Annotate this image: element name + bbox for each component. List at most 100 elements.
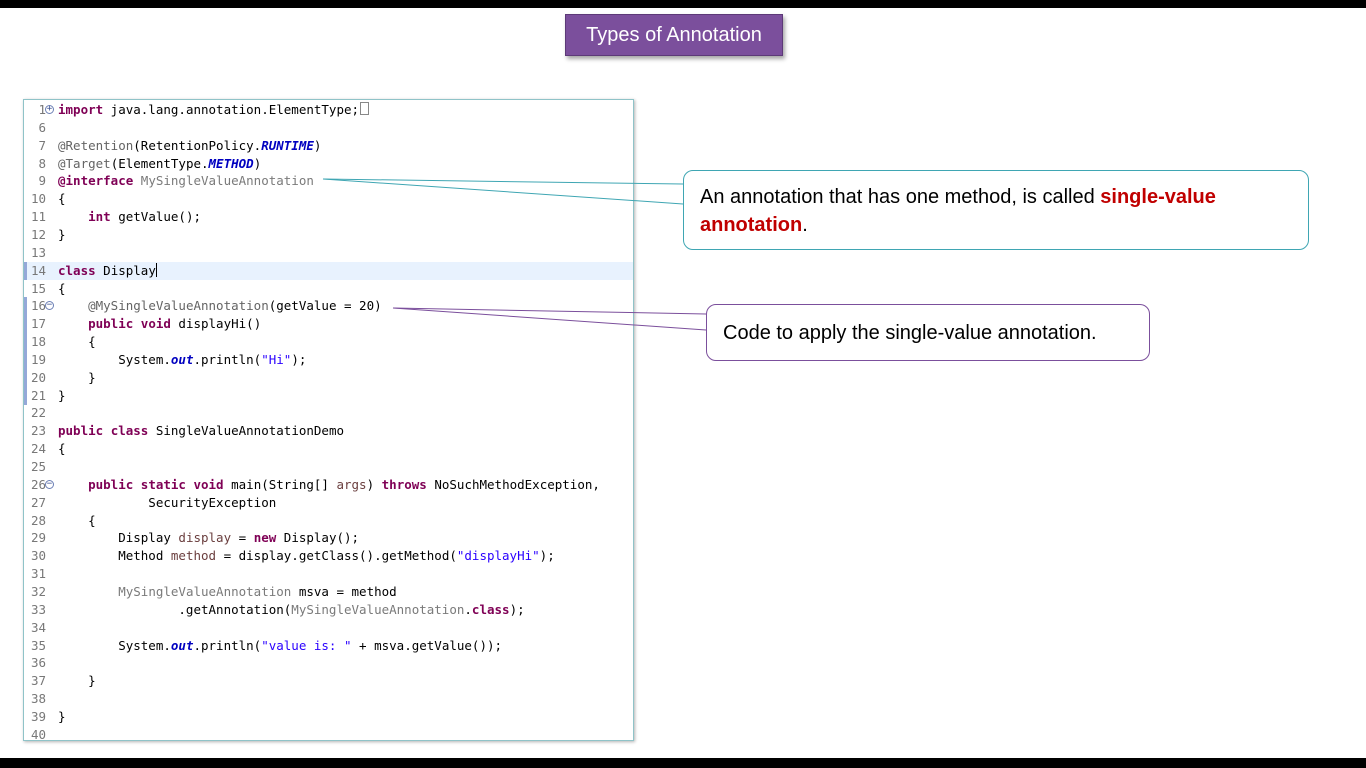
- callout1-text: An annotation that has one method, is ca…: [700, 186, 1101, 208]
- code-token: ): [253, 155, 262, 171]
- code-text: }: [58, 369, 96, 387]
- code-line[interactable]: 36: [24, 654, 633, 672]
- code-token: = display.getClass().getMethod(: [216, 548, 457, 564]
- code-token: + msva.getValue());: [351, 637, 503, 653]
- line-number: 15: [30, 280, 46, 296]
- code-token: @interface: [58, 173, 134, 189]
- code-line[interactable]: 37 }: [24, 672, 633, 690]
- line-number: 24: [30, 441, 46, 457]
- line-number: 22: [30, 405, 46, 421]
- code-line[interactable]: 29 Display display = new Display();: [24, 529, 633, 547]
- line-number: 8: [38, 155, 46, 171]
- code-line[interactable]: 35 System.out.println("value is: " + msv…: [24, 637, 633, 655]
- code-token: SecurityException: [58, 494, 277, 510]
- line-number: 28: [30, 512, 46, 528]
- code-line[interactable]: 9 @interface MySingleValueAnnotation: [24, 172, 633, 190]
- code-line[interactable]: 22: [24, 404, 633, 422]
- code-token: out: [170, 637, 194, 653]
- code-line[interactable]: 13: [24, 244, 633, 262]
- code-text: public static void main(String[] args) t…: [58, 476, 600, 494]
- code-line[interactable]: 34: [24, 619, 633, 637]
- code-token: static: [140, 476, 186, 492]
- code-line[interactable]: 33 .getAnnotation(MySingleValueAnnotatio…: [24, 601, 633, 619]
- line-number: 9: [38, 173, 46, 189]
- code-token: Display();: [276, 530, 360, 546]
- line-number: 7: [38, 137, 46, 153]
- code-line[interactable]: 11 int getValue();: [24, 208, 633, 226]
- collapse-fold-icon[interactable]: −: [45, 301, 54, 311]
- line-number: 14: [30, 262, 46, 278]
- code-token: main(String[]: [223, 476, 337, 492]
- slide: Types of Annotation 1 + import java.lang.a…: [0, 8, 1366, 758]
- code-line[interactable]: 32 MySingleValueAnnotation msva = method: [24, 583, 633, 601]
- code-line[interactable]: 14 class Display: [24, 261, 633, 280]
- collapse-fold-icon[interactable]: −: [45, 479, 54, 489]
- line-number: 30: [30, 548, 46, 564]
- code-line[interactable]: 40: [24, 726, 633, 740]
- code-line[interactable]: 26− public static void main(String[] arg…: [24, 476, 633, 494]
- code-line[interactable]: 27 SecurityException: [24, 494, 633, 512]
- line-number: 38: [30, 691, 46, 707]
- code-text: SecurityException: [58, 494, 276, 512]
- code-token: int: [88, 209, 111, 225]
- code-token: class: [471, 601, 510, 617]
- code-token: {: [58, 334, 96, 350]
- code-line[interactable]: 21}: [24, 386, 633, 405]
- code-line[interactable]: 15 {: [24, 280, 633, 298]
- code-token: .getAnnotation(: [58, 601, 292, 617]
- code-token: MySingleValueAnnotation: [140, 173, 314, 189]
- line-number: 12: [30, 226, 46, 242]
- code-line[interactable]: 39}: [24, 708, 633, 726]
- code-token: void: [193, 476, 224, 492]
- line-number: 39: [30, 708, 46, 724]
- code-line[interactable]: 31: [24, 565, 633, 583]
- expand-fold-icon[interactable]: +: [45, 105, 54, 114]
- code-token: public: [88, 476, 134, 492]
- callout2-text: Code to apply the single-value annotatio…: [723, 322, 1097, 344]
- line-number: 19: [30, 351, 46, 367]
- code-line[interactable]: 38: [24, 690, 633, 708]
- code-line[interactable]: 24 {: [24, 440, 633, 458]
- code-text: }: [58, 226, 66, 244]
- line-number: 29: [30, 530, 46, 546]
- code-token: }: [58, 226, 66, 242]
- code-line[interactable]: 16− @MySingleValueAnnotation(getValue = …: [24, 297, 633, 316]
- code-line[interactable]: 23 public class SingleValueAnnotationDemo: [24, 422, 633, 440]
- code-line[interactable]: 20 }: [24, 368, 633, 387]
- code-text: import java.lang.annotation.ElementType;: [58, 101, 370, 119]
- line-number: 37: [30, 673, 46, 689]
- code-line[interactable]: 18 {: [24, 333, 633, 352]
- line-number: 11: [30, 209, 46, 225]
- code-token: msva = method: [291, 583, 397, 599]
- code-line[interactable]: 28 {: [24, 512, 633, 530]
- code-line[interactable]: 30 Method method = display.getClass().ge…: [24, 547, 633, 565]
- code-line[interactable]: 7 @Retention(RetentionPolicy.RUNTIME): [24, 137, 633, 155]
- code-line[interactable]: 17 public void displayHi(): [24, 315, 633, 334]
- line-number: 10: [30, 191, 46, 207]
- code-token: void: [140, 316, 171, 332]
- line-number: 20: [30, 369, 46, 385]
- code-line[interactable]: 12}: [24, 226, 633, 244]
- code-editor[interactable]: 1 + import java.lang.annotation.ElementTyp…: [23, 99, 634, 741]
- code-text: {: [58, 280, 66, 298]
- code-text: Method method = display.getClass().getMe…: [58, 547, 555, 565]
- code-line[interactable]: 25: [24, 458, 633, 476]
- code-token: );: [509, 601, 525, 617]
- callout1-text-end: .: [802, 214, 808, 236]
- code-token: public: [88, 316, 134, 332]
- code-line[interactable]: 1 + import java.lang.annotation.ElementTyp…: [24, 101, 633, 119]
- code-token: }: [58, 673, 96, 689]
- code-token: displayHi(): [170, 316, 262, 332]
- code-token: System.: [58, 637, 171, 653]
- code-token: System.: [58, 351, 171, 367]
- line-number: 34: [30, 619, 46, 635]
- code-line[interactable]: 8 @Target(ElementType.METHOD): [24, 155, 633, 173]
- code-line[interactable]: 10 {: [24, 190, 633, 208]
- code-line[interactable]: 6: [24, 119, 633, 137]
- code-token: @MySingleValueAnnotation: [88, 298, 269, 314]
- code-line[interactable]: 19 System.out.println("Hi");: [24, 350, 633, 369]
- code-token: @Retention: [58, 137, 134, 153]
